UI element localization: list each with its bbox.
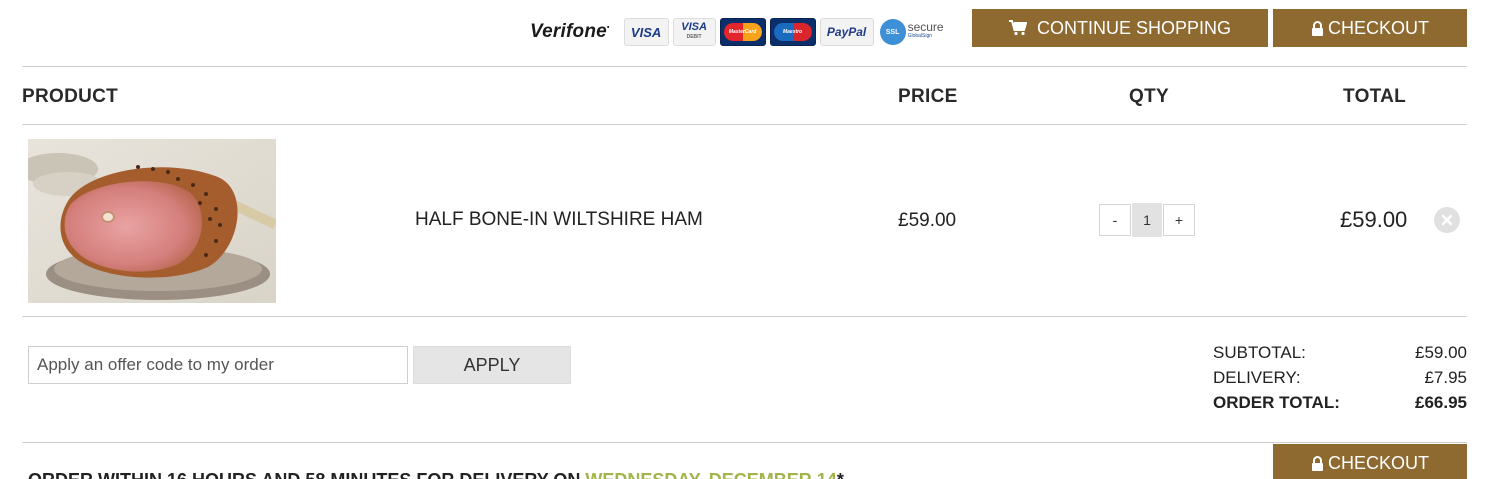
maestro-logo: Maestro	[769, 18, 816, 46]
remove-icon[interactable]	[1434, 207, 1460, 233]
continue-shopping-button[interactable]: CONTINUE SHOPPING	[972, 9, 1268, 47]
offer-code-input[interactable]	[28, 346, 408, 384]
delivery-message-suffix: *	[837, 470, 844, 479]
mastercard-logo: MasterCard	[719, 18, 766, 46]
payment-logos: Verifone• VISA VISA DEBIT MasterCard Maes…	[530, 16, 944, 48]
qty-increase-button[interactable]: +	[1163, 204, 1195, 236]
quantity-stepper: - 1 +	[1099, 203, 1195, 237]
secure-shield-icon: SSL	[879, 19, 906, 45]
order-total-label: ORDER TOTAL:	[1213, 393, 1340, 412]
column-header-product: PRODUCT	[22, 86, 119, 107]
qty-value[interactable]: 1	[1132, 203, 1162, 237]
checkout-button-bottom[interactable]: CHECKOUT	[1273, 444, 1467, 479]
qty-decrease-button[interactable]: -	[1099, 204, 1131, 236]
subtotal-value: £59.00	[1415, 343, 1467, 362]
apply-button[interactable]: APPLY	[413, 346, 571, 384]
verifone-logo: Verifone•	[530, 21, 610, 42]
subtotal-label: SUBTOTAL:	[1213, 343, 1306, 362]
column-header-price: PRICE	[898, 86, 958, 107]
column-header-qty: QTY	[1129, 86, 1169, 107]
top-bar: Verifone• VISA VISA DEBIT MasterCard Maes…	[0, 9, 1500, 47]
secure-badge: SSL secure GlobalSign	[879, 19, 944, 45]
continue-shopping-label: CONTINUE SHOPPING	[1036, 17, 1232, 38]
line-total: £59.00	[1340, 207, 1408, 232]
divider	[22, 316, 1467, 317]
checkout-label: CHECKOUT	[1327, 452, 1429, 473]
paypal-logo: PayPal	[819, 18, 874, 46]
delivery-label: DELIVERY:	[1213, 368, 1301, 387]
order-total-value: £66.95	[1415, 393, 1467, 412]
product-image[interactable]	[28, 139, 276, 303]
divider	[22, 442, 1467, 443]
product-price: £59.00	[898, 210, 957, 231]
lock-icon	[1311, 455, 1323, 471]
delivery-date: WEDNESDAY, DECEMBER 14	[585, 470, 836, 479]
divider	[22, 66, 1467, 67]
delivery-message: ORDER WITHIN 16 HOURS AND 58 MINUTES FOR…	[28, 470, 844, 479]
column-header-total: TOTAL	[1343, 86, 1407, 107]
delivery-message-prefix: ORDER WITHIN 16 HOURS AND 58 MINUTES FOR…	[28, 470, 585, 479]
checkout-button-top[interactable]: CHECKOUT	[1273, 9, 1467, 47]
lock-icon	[1311, 20, 1323, 36]
delivery-value: £7.95	[1424, 368, 1467, 387]
visa-debit-logo: VISA DEBIT	[672, 18, 716, 46]
checkout-label: CHECKOUT	[1327, 17, 1429, 38]
product-name[interactable]: HALF BONE-IN WILTSHIRE HAM	[415, 209, 703, 231]
cart-icon	[1008, 20, 1027, 36]
visa-logo: VISA	[623, 18, 669, 46]
divider	[22, 124, 1467, 125]
